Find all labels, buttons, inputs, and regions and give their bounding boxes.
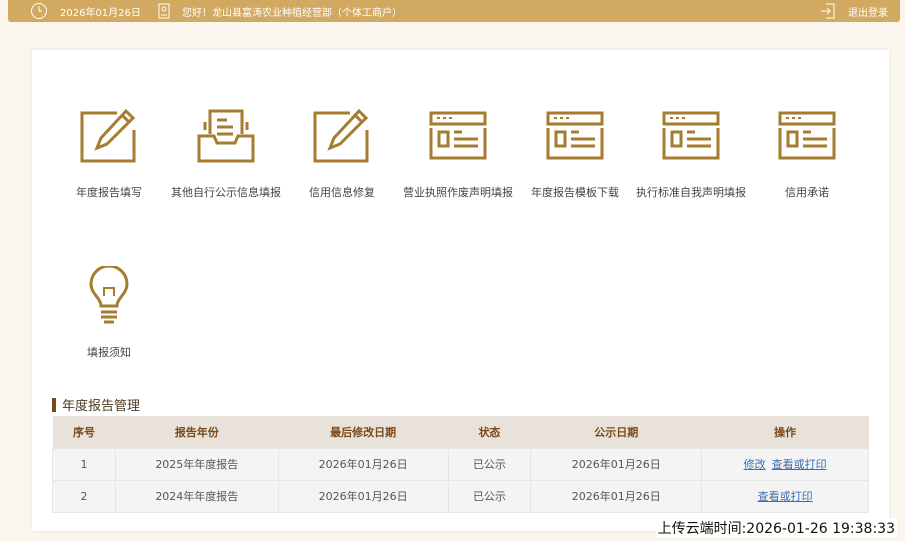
tile-license-void-statement[interactable]: 营业执照作废声明填报: [400, 108, 516, 200]
tile-standard-self-declaration[interactable]: 执行标准自我声明填报: [633, 108, 749, 200]
tile-label: 其他自行公示信息填报: [171, 186, 281, 199]
header-published: 公示日期: [530, 416, 702, 448]
tile-credit-repair[interactable]: 信用信息修复: [284, 108, 400, 200]
table-row: 1 2025年年度报告 2026年01月26日 已公示 2026年01月26日 …: [52, 447, 869, 481]
annual-report-table: 序号 报告年份 最后修改日期 状态 公示日期 操作 1 2025年年度报告 20…: [52, 416, 869, 513]
cell-published: 2026年01月26日: [530, 479, 703, 513]
logout-icon: [821, 3, 835, 19]
tile-label: 年度报告模板下载: [531, 186, 619, 199]
cell-no: 1: [52, 447, 116, 481]
header-status: 状态: [448, 416, 531, 448]
tile-annual-report-fill[interactable]: 年度报告填写: [51, 108, 167, 200]
header-modified: 最后修改日期: [278, 416, 448, 448]
cell-modified: 2026年01月26日: [277, 479, 449, 513]
section-title: 年度报告管理: [52, 395, 140, 414]
tile-label: 填报须知: [87, 346, 131, 359]
view-print-link[interactable]: 查看或打印: [758, 490, 813, 503]
form-window-icon: [778, 111, 836, 160]
form-window-icon: [429, 111, 487, 160]
user-badge-icon: [158, 3, 170, 19]
view-print-link[interactable]: 查看或打印: [772, 458, 827, 471]
top-bar: 2026年01月26日 您好！龙山县富涛农业种植经营部（个体工商户） 退出登录: [8, 0, 900, 22]
header-actions: 操作: [701, 416, 869, 448]
cell-actions: 查看或打印: [701, 479, 869, 513]
header-no: 序号: [52, 416, 116, 448]
edit-icon: [313, 108, 369, 163]
tile-credit-commitment[interactable]: 信用承诺: [749, 108, 865, 200]
date-display: 2026年01月26日: [30, 0, 141, 22]
tile-label: 营业执照作废声明填报: [403, 186, 513, 199]
cell-no: 2: [52, 479, 116, 513]
tile-template-download[interactable]: 年度报告模板下载: [517, 108, 633, 200]
main-card: 年度报告填写 其他自行公示信息填报 信用信息修复 营业执照作废声明填报 年度报告…: [32, 50, 889, 531]
logout-label: 退出登录: [848, 7, 888, 19]
clock-icon: [31, 3, 47, 19]
tile-filing-notes[interactable]: 填报须知: [51, 266, 167, 360]
cell-modified: 2026年01月26日: [277, 447, 449, 481]
tile-label: 信用承诺: [785, 186, 829, 199]
tile-other-disclosure[interactable]: 其他自行公示信息填报: [168, 108, 284, 200]
cell-published: 2026年01月26日: [530, 447, 703, 481]
cell-year: 2025年年度报告: [114, 447, 279, 481]
logout-button[interactable]: 退出登录: [820, 0, 888, 22]
edit-icon: [80, 108, 136, 163]
tile-label: 执行标准自我声明填报: [636, 186, 746, 199]
form-window-icon: [662, 111, 720, 160]
table-header-row: 序号 报告年份 最后修改日期 状态 公示日期 操作: [52, 416, 869, 448]
cell-status: 已公示: [447, 447, 532, 481]
upload-time: 上传云端时间:2026-01-26 19:38:33: [655, 518, 897, 538]
table-row: 2 2024年年度报告 2026年01月26日 已公示 2026年01月26日 …: [52, 479, 869, 513]
current-date: 2026年01月26日: [60, 7, 141, 19]
header-year: 报告年份: [115, 416, 279, 448]
user-greeting: 您好！龙山县富涛农业种植经营部（个体工商户）: [158, 0, 402, 22]
inbox-icon: [197, 109, 255, 163]
cell-status: 已公示: [447, 479, 532, 513]
lightbulb-icon: [89, 266, 129, 324]
section-title-text: 年度报告管理: [62, 399, 141, 414]
edit-link[interactable]: 修改: [744, 458, 766, 471]
cell-year: 2024年年度报告: [114, 479, 279, 513]
cell-actions: 修改 查看或打印: [701, 447, 869, 481]
section-marker: [52, 397, 56, 412]
greeting-text: 您好！龙山县富涛农业种植经营部（个体工商户）: [182, 7, 402, 19]
tile-label: 年度报告填写: [76, 186, 142, 199]
form-window-icon: [546, 111, 604, 160]
tile-label: 信用信息修复: [309, 186, 375, 199]
